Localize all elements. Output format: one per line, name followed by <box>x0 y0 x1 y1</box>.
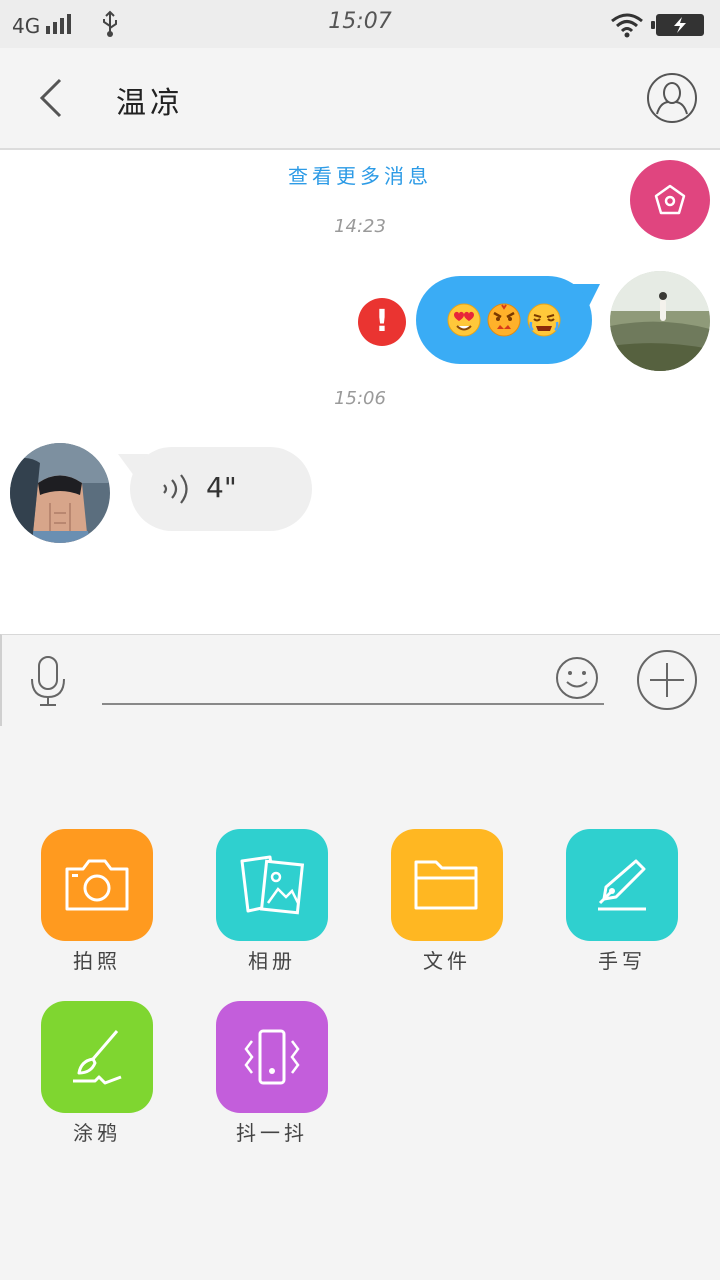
battery-charging-icon <box>651 14 704 36</box>
brush-icon <box>73 1030 122 1085</box>
message-input[interactable] <box>102 657 604 705</box>
action-handwriting[interactable]: 手写 <box>566 829 678 979</box>
send-failed-icon[interactable]: ! <box>358 298 406 346</box>
action-tile[interactable] <box>41 829 153 941</box>
gallery-icon <box>240 855 305 915</box>
message-timestamp: 15:06 <box>334 388 386 409</box>
outgoing-emoji-message[interactable] <box>416 276 592 364</box>
action-tile[interactable] <box>391 829 503 941</box>
action-tile[interactable] <box>566 829 678 941</box>
action-shake[interactable]: 抖一抖 <box>216 1001 328 1151</box>
incoming-voice-message[interactable]: 4" <box>130 447 312 531</box>
voice-duration: 4" <box>206 471 237 504</box>
action-file[interactable]: 文件 <box>391 829 503 979</box>
attachment-panel: 拍照 相册 文件 手写 涂鸦 抖一抖 <box>0 726 720 1280</box>
action-tile[interactable] <box>216 829 328 941</box>
folder-icon <box>414 860 478 910</box>
pen-icon <box>598 859 646 911</box>
action-label: 相册 <box>248 949 296 973</box>
wifi-icon <box>611 13 643 38</box>
action-tile[interactable] <box>41 1001 153 1113</box>
action-label: 涂鸦 <box>73 1121 121 1145</box>
angry-emoji <box>487 303 521 337</box>
plus-circle-icon[interactable] <box>636 649 698 711</box>
action-camera[interactable]: 拍照 <box>41 829 153 979</box>
action-gallery[interactable]: 相册 <box>216 829 328 979</box>
action-label: 文件 <box>423 949 471 973</box>
chat-header: 温凉 <box>0 48 720 150</box>
action-label: 手写 <box>598 949 646 973</box>
input-bar <box>0 634 720 726</box>
microphone-icon[interactable] <box>28 655 68 707</box>
message-timestamp: 14:23 <box>334 216 386 237</box>
crying-emoji <box>527 303 561 337</box>
back-arrow-icon[interactable] <box>30 76 74 120</box>
heart-eyes-emoji <box>447 303 481 337</box>
message-list[interactable]: 查看更多消息 14:23 ! 15:06 4" <box>0 150 720 634</box>
contact-name: 温凉 <box>116 86 184 121</box>
action-label: 抖一抖 <box>236 1121 308 1145</box>
view-more-messages-link[interactable]: 查看更多消息 <box>0 160 720 189</box>
voice-wave-icon <box>163 474 188 504</box>
action-label: 拍照 <box>73 949 121 973</box>
vibrate-phone-icon <box>244 1029 300 1085</box>
contact-profile-icon[interactable] <box>646 72 698 124</box>
action-tile[interactable] <box>216 1001 328 1113</box>
flower-icon <box>654 184 686 215</box>
my-avatar[interactable] <box>610 271 710 371</box>
contact-avatar[interactable] <box>10 443 110 543</box>
action-doodle[interactable]: 涂鸦 <box>41 1001 153 1151</box>
camera-icon <box>65 859 129 911</box>
smiley-icon[interactable] <box>554 655 600 701</box>
status-bar: 4G 15:07 <box>0 0 720 48</box>
